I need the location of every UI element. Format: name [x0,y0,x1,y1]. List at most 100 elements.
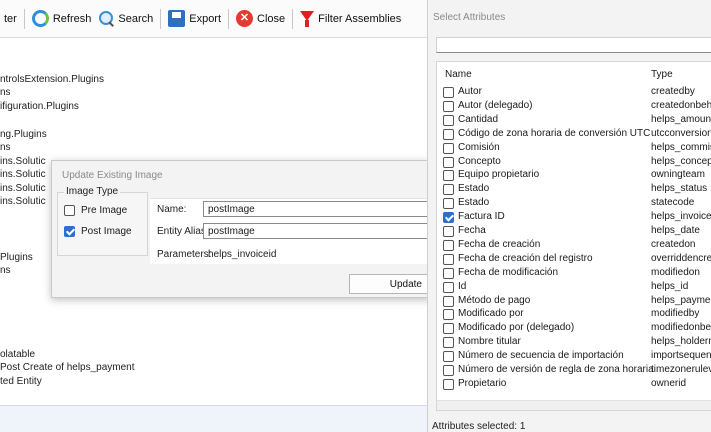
attribute-checkbox[interactable] [443,239,454,251]
attribute-name: Código de zona horaria de conversión UTC [458,127,651,139]
attribute-checkbox[interactable] [443,198,454,210]
search-button[interactable]: Search [95,7,157,31]
attribute-checkbox[interactable] [443,323,454,335]
tree-node[interactable]: ns [0,265,11,276]
tree-node[interactable]: ins.Solutic [0,196,46,207]
attribute-name: Id [458,280,467,292]
attribute-checkbox[interactable] [443,142,454,154]
attribute-checkbox[interactable] [443,351,454,363]
image-type-group: Image Type Pre Image Post Image [57,186,148,256]
attribute-checkbox[interactable] [443,87,454,98]
tree-node[interactable]: ns [0,87,11,98]
attribute-name: Número de versión de regla de zona horar… [458,364,654,375]
tree-node[interactable]: Post Create of helps_payment [0,362,135,373]
attribute-name: Estado [458,197,490,209]
post-image-checkbox[interactable]: Post Image [64,226,132,237]
attribute-row[interactable]: Nombre titular helps_holdernam [437,336,711,349]
attribute-row[interactable]: Autor (delegado) createdonbehalf [437,100,711,113]
attribute-row[interactable]: Id helps_id [437,281,711,294]
column-header-name[interactable]: Name [445,69,472,80]
attribute-type: createdonbehalf [651,99,711,111]
attribute-type: helps_date [651,225,700,236]
tree-node[interactable]: ins.Solutic [0,183,46,194]
post-image-checkbox-box[interactable] [64,226,75,237]
attribute-checkbox[interactable] [443,212,454,224]
tree-node[interactable]: ins.Solutic [0,169,46,180]
filter-assemblies-button[interactable]: Filter Assemblies [296,7,405,31]
attribute-checkbox[interactable] [443,100,454,112]
attribute-checkbox[interactable] [443,226,454,237]
attribute-type: helps_id [651,280,689,292]
attribute-checkbox[interactable] [443,114,454,126]
attribute-checkbox[interactable] [443,128,454,140]
attribute-row[interactable]: Modificado por (delegado) modifiedonbehal [437,322,711,335]
attribute-row[interactable]: Comisión helps_commissio [437,142,711,155]
pre-image-checkbox-box[interactable] [64,205,75,216]
attribute-row[interactable]: Fecha de creación createdon [437,239,711,252]
attribute-checkbox[interactable] [443,365,454,376]
tree-node[interactable]: olatable [0,349,35,360]
horizontal-scrollbar[interactable] [0,405,430,432]
tree-node[interactable]: ns [0,142,11,153]
attribute-row[interactable]: Número de secuencia de importación import… [437,350,711,363]
attribute-row[interactable]: Estado helps_status [437,183,711,196]
attribute-checkbox[interactable] [443,184,454,196]
close-button[interactable]: ✕ Close [232,7,289,31]
attribute-checkbox[interactable] [443,295,454,307]
attributes-list: Name Type Autor createdby Autor (delegado)… [436,61,711,411]
tree-node[interactable]: ifiguration.Plugins [0,101,79,112]
attribute-row[interactable]: Concepto helps_concept [437,156,711,169]
attribute-checkbox[interactable] [443,337,454,349]
column-header-type[interactable]: Type [651,69,673,80]
export-label: Export [189,12,222,25]
tree-node[interactable]: ins.Solutic [0,156,46,167]
attribute-row[interactable]: Cantidad helps_amount [437,114,711,127]
entity-alias-input[interactable]: postImage [203,223,433,239]
search-label: Search [118,12,154,25]
attribute-checkbox[interactable] [443,281,454,293]
tree-node[interactable]: Plugins [0,252,33,263]
attribute-row[interactable]: Equipo propietario owningteam [437,169,711,182]
attribute-row[interactable]: Factura ID helps_invoiceid [437,211,711,224]
image-type-label: Image Type [64,186,121,197]
attribute-name: Fecha de creación del registro [458,252,593,264]
attribute-row[interactable]: Autor createdby [437,86,711,99]
attributes-horizontal-scrollbar[interactable] [437,400,711,410]
attribute-filter-input[interactable] [436,37,711,53]
attribute-row[interactable]: Fecha de modificación modifiedon [437,267,711,280]
attribute-row[interactable]: Propietario ownerid [437,378,711,391]
attribute-row[interactable]: Estado statecode [437,197,711,210]
attribute-row[interactable]: Fecha de creación del registro overridden… [437,253,711,266]
attribute-row[interactable]: Método de pago helps_paymentm [437,295,711,308]
attribute-name: Factura ID [458,211,505,223]
toolbar-partial-item[interactable]: ter [0,7,21,31]
select-attributes-window: Select Attributes Name Type Autor created… [427,0,711,432]
export-button[interactable]: Export [164,7,225,31]
attribute-checkbox[interactable] [443,156,454,168]
save-disk-icon [168,10,186,27]
attribute-checkbox[interactable] [443,253,454,265]
pre-image-checkbox[interactable]: Pre Image [64,205,127,216]
attribute-row[interactable]: Código de zona horaria de conversión UTC… [437,128,711,141]
toolbar: ter Refresh Search Export ✕ Close Filter… [0,0,430,38]
name-input[interactable]: postImage [203,201,433,217]
attribute-row[interactable]: Modificado por modifiedby [437,308,711,321]
attribute-row[interactable]: Fecha helps_date [437,225,711,238]
attribute-checkbox[interactable] [443,378,454,390]
attribute-checkbox[interactable] [443,170,454,182]
attribute-checkbox[interactable] [443,309,454,321]
tree-node[interactable]: ted Entity [0,376,42,387]
toolbar-separator [292,8,294,29]
pre-image-label: Pre Image [81,205,128,216]
tree-node[interactable]: ntrolsExtension.Plugins [0,74,104,85]
parameters-value[interactable]: helps_invoiceid [208,249,276,260]
attribute-row[interactable]: Número de versión de regla de zona horar… [437,364,711,377]
attribute-type: modifiedonbehal [651,322,711,334]
refresh-button[interactable]: Refresh [28,7,96,31]
attribute-checkbox[interactable] [443,267,454,279]
search-icon [99,11,114,26]
tree-node[interactable]: ng.Plugins [0,129,47,140]
update-button[interactable]: Update [349,274,433,294]
update-existing-image-dialog: Update Existing Image Image Type Pre Ima… [51,160,433,298]
attribute-type: helps_status [651,183,708,195]
